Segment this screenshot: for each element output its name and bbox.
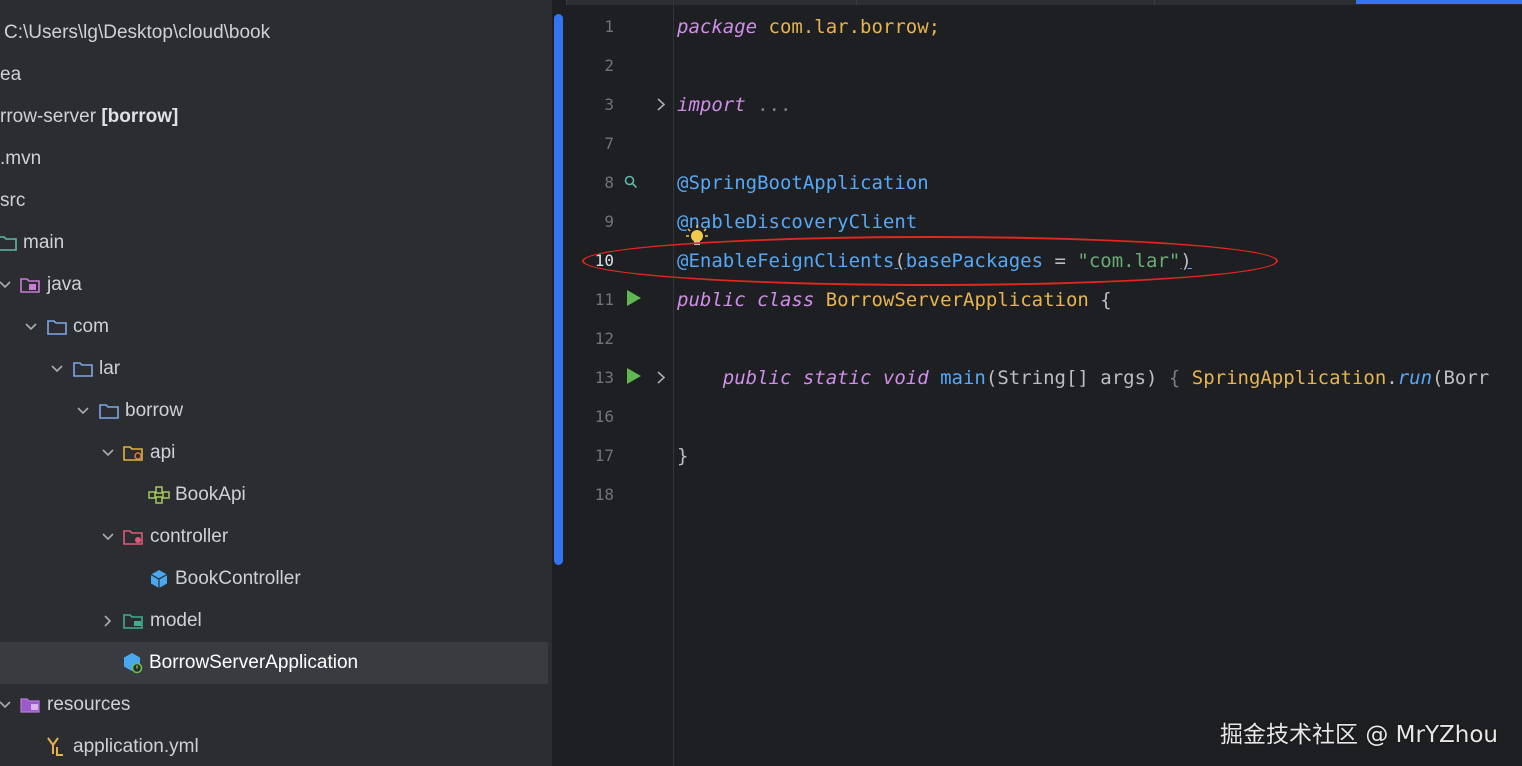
tree-item-borrowserverapplication[interactable]: BorrowServerApplication (0, 642, 548, 684)
tree-item-label: .mvn (0, 148, 42, 169)
tree-item-java[interactable]: java (0, 264, 552, 306)
line-number: 16 (594, 407, 614, 426)
tab-active-indicator[interactable] (1356, 0, 1522, 4)
tree-item-module-borrow-server[interactable]: rrow-server [borrow] (0, 96, 552, 138)
tree-item-bookcontroller[interactable]: BookController (0, 558, 552, 600)
editor-tab-strip (566, 0, 1522, 5)
tree-item-label: ea (0, 64, 22, 85)
run-icon[interactable] (625, 289, 643, 307)
tree-item-bookapi[interactable]: BookApi (0, 474, 552, 516)
chevron-down-icon[interactable] (50, 362, 64, 376)
bean-class-icon (148, 568, 170, 590)
tree-item-label: BookApi (175, 484, 246, 505)
tree-item-label: BookController (175, 568, 301, 589)
tree-item-borrow[interactable]: borrow (0, 390, 552, 432)
tree-item-application-yml[interactable]: application.yml (0, 726, 552, 766)
line-number: 18 (594, 485, 614, 504)
magnifier-icon[interactable] (622, 173, 640, 191)
chevron-down-icon[interactable] (101, 446, 115, 460)
gutter-divider (673, 0, 674, 766)
tree-item-label: C:\Users\lg\Desktop\cloud\book (4, 22, 271, 43)
project-tree-panel: C:\Users\lg\Desktop\cloud\book ea rrow-s… (0, 0, 552, 766)
tree-item-label: main (23, 232, 65, 253)
module-name-bold: [borrow] (101, 106, 179, 127)
watermark-text: 掘金技术社区 @ MrYZhou (1220, 722, 1498, 748)
red-highlight-ellipse (582, 236, 1278, 286)
tree-item-label: api (150, 442, 176, 463)
tree-item-main[interactable]: main (0, 222, 552, 264)
code-line-3: import ... (677, 94, 792, 116)
tree-item-label: java (47, 274, 82, 295)
tree-item-label: controller (150, 526, 229, 547)
chevron-right-icon[interactable] (101, 614, 115, 628)
fold-expand-icon[interactable] (652, 95, 670, 113)
code-line-11: public class BorrowServerApplication { (677, 289, 1112, 311)
tab-separator (856, 0, 857, 5)
chevron-down-icon[interactable] (0, 278, 12, 292)
tab-separator (1154, 0, 1155, 5)
folder-icon (72, 358, 94, 380)
folder-icon (46, 316, 68, 338)
line-number: 3 (604, 95, 614, 114)
tree-item-mvn[interactable]: .mvn (0, 138, 552, 180)
line-number: 17 (594, 446, 614, 465)
folder-icon (98, 400, 120, 422)
tree-item-resources[interactable]: resources (0, 684, 552, 726)
tree-item-com[interactable]: com (0, 306, 552, 348)
run-icon[interactable] (625, 367, 643, 385)
chevron-down-icon[interactable] (76, 404, 90, 418)
line-number: 8 (604, 173, 614, 192)
controller-folder-icon (123, 526, 145, 548)
code-line-9: @ nableDiscoveryClient (677, 211, 917, 245)
tree-item-src[interactable]: src (0, 180, 552, 222)
tree-item-api[interactable]: api (0, 432, 552, 474)
line-number: 2 (604, 56, 614, 75)
tree-item-label: application.yml (73, 736, 199, 757)
line-number: 12 (594, 329, 614, 348)
chevron-down-icon[interactable] (101, 530, 115, 544)
api-folder-icon (123, 442, 145, 464)
line-number: 11 (594, 290, 614, 309)
tree-item-project-path[interactable]: C:\Users\lg\Desktop\cloud\book (0, 12, 552, 54)
line-number: 9 (604, 212, 614, 231)
tree-item-label: BorrowServerApplication (149, 652, 359, 673)
code-line-13: public static void main(String[] args) {… (722, 367, 1490, 389)
tree-item-label: src (0, 190, 26, 211)
chevron-down-icon[interactable] (0, 698, 12, 712)
tree-item-model[interactable]: model (0, 600, 552, 642)
spring-boot-class-icon (122, 652, 144, 674)
line-number: 13 (594, 368, 614, 387)
resources-folder-icon (20, 694, 42, 716)
tree-item-lar[interactable]: lar (0, 348, 552, 390)
code-line-8: @SpringBootApplication (677, 172, 929, 194)
interface-icon (148, 484, 170, 506)
folded-imports[interactable]: ... (746, 94, 791, 116)
tree-item-label: lar (99, 358, 121, 379)
code-line-17: } (677, 445, 689, 467)
java-source-folder-icon (20, 274, 42, 296)
line-number: 7 (604, 134, 614, 153)
tree-item-label: com (73, 316, 109, 337)
tree-scrollbar[interactable] (554, 14, 563, 565)
code-editor[interactable]: 1 2 3 7 8 9 10 11 12 13 16 17 18 package… (566, 0, 1522, 766)
tree-item-label: borrow (125, 400, 184, 421)
line-number: 1 (604, 17, 614, 36)
code-line-1: package com.lar.borrow; (677, 16, 941, 38)
tree-item-label: rrow-server [borrow] (0, 106, 179, 127)
chevron-down-icon[interactable] (24, 320, 38, 334)
tree-item-label: model (150, 610, 202, 631)
tree-item-controller[interactable]: controller (0, 516, 552, 558)
tree-item-idea[interactable]: ea (0, 54, 552, 96)
fold-expand-icon[interactable] (652, 368, 670, 386)
tree-item-label: resources (47, 694, 131, 715)
yaml-file-icon (46, 736, 68, 758)
tab-separator (566, 0, 567, 5)
model-folder-icon (123, 610, 145, 632)
folder-icon (0, 232, 18, 254)
